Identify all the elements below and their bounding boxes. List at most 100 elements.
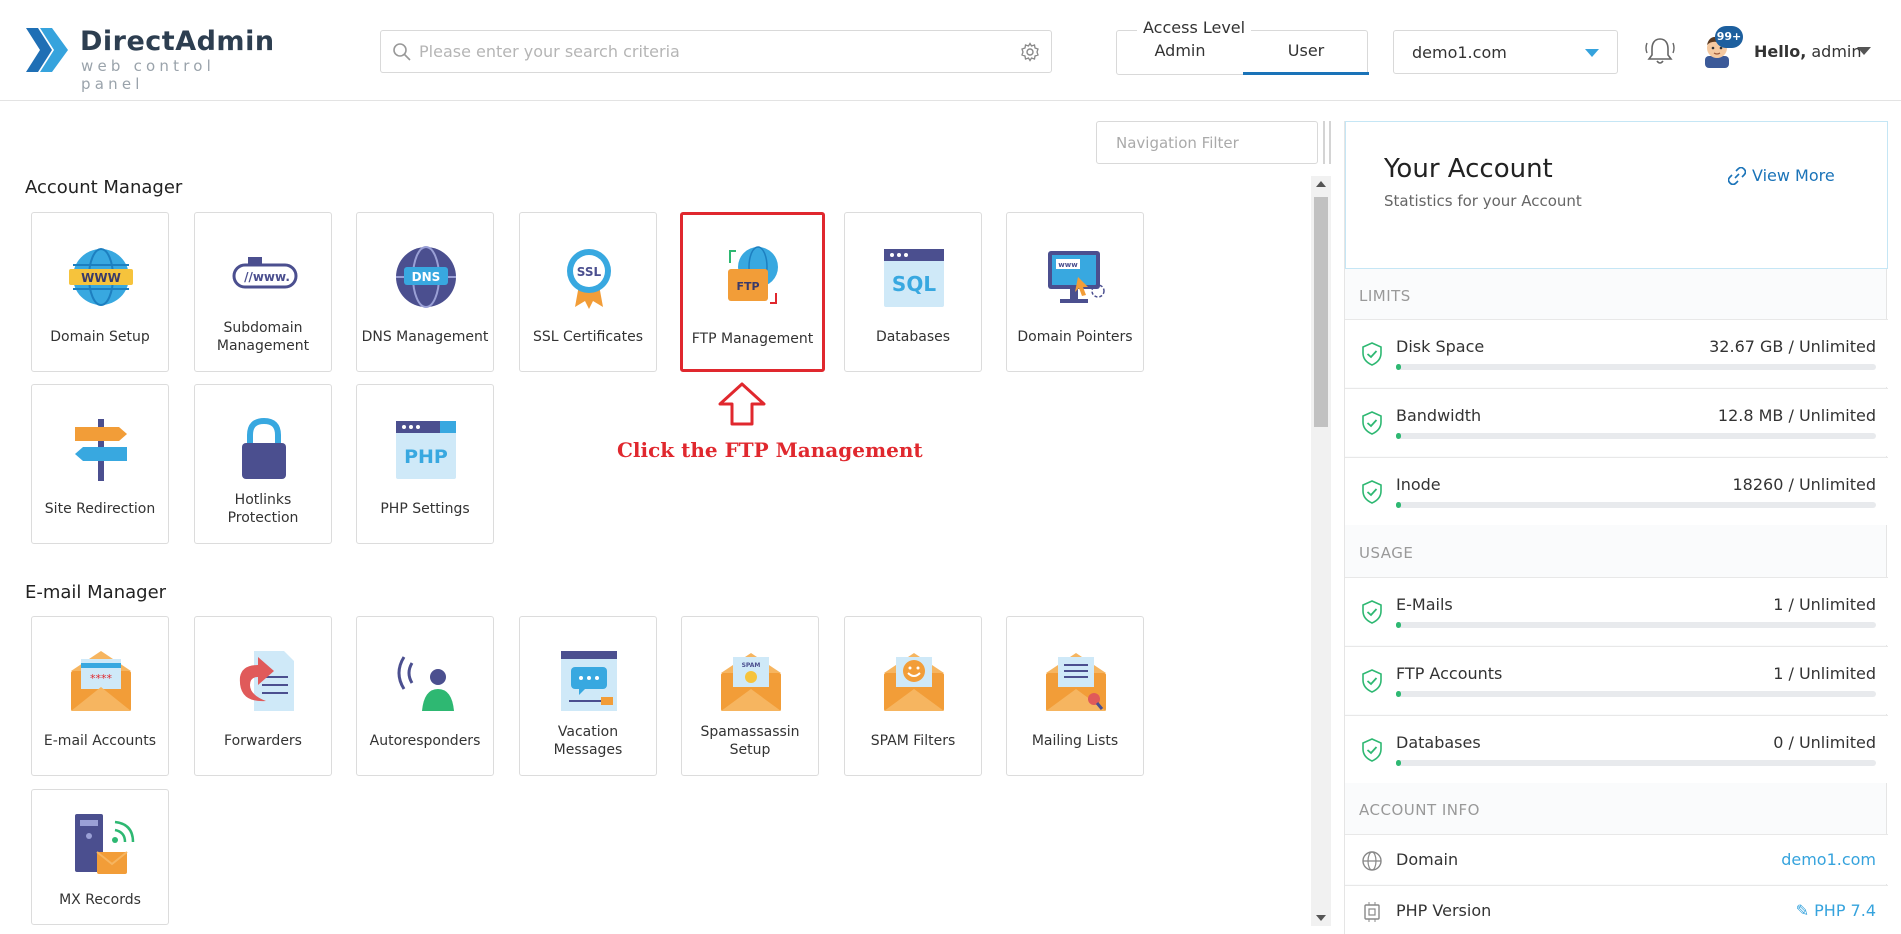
tile-spamassassin-setup[interactable]: SPAM Spamassassin Setup xyxy=(681,616,819,776)
sql-database-icon: SQL xyxy=(884,249,944,307)
tile-label: Domain Setup xyxy=(50,329,150,345)
search-settings-gear-icon[interactable] xyxy=(1020,42,1040,62)
logo-name: DirectAdmin xyxy=(80,26,275,57)
user-menu-chevron-icon[interactable] xyxy=(1857,47,1871,55)
mailing-list-envelope-icon xyxy=(1046,653,1106,711)
panel-title: Your Account xyxy=(1384,154,1553,184)
directadmin-logo[interactable]: DirectAdmin web control panel xyxy=(24,24,274,93)
logo-icon xyxy=(26,28,68,72)
limit-value: 32.67 GB / Unlimited xyxy=(1709,337,1876,356)
search-box xyxy=(380,30,1052,73)
scroll-down-arrow-icon[interactable] xyxy=(1316,915,1326,921)
php-version-link[interactable]: ✎ PHP 7.4 xyxy=(1796,901,1876,920)
tile-databases[interactable]: SQL Databases xyxy=(844,212,982,372)
mx-server-icon xyxy=(75,814,135,874)
autoresponder-person-icon xyxy=(397,656,454,711)
link-icon xyxy=(1728,166,1746,185)
usage-row: Databases 0 / Unlimited xyxy=(1345,715,1888,783)
account-statistics-panel: Your Account Statistics for your Account… xyxy=(1344,121,1888,934)
envelope-password-icon: **** xyxy=(71,651,131,711)
tile-spam-filters[interactable]: SPAM Filters xyxy=(844,616,982,776)
ssl-badge-icon: SSL xyxy=(567,249,611,309)
logo-subtitle: web control panel xyxy=(81,57,215,93)
vacation-message-icon xyxy=(561,651,617,711)
limit-value: 18260 / Unlimited xyxy=(1732,475,1876,494)
tile-ssl-certificates[interactable]: SSL SSL Certificates xyxy=(519,212,657,372)
limit-value: 12.8 MB / Unlimited xyxy=(1717,406,1876,425)
dns-icon: DNS xyxy=(396,246,456,308)
limit-name: Disk Space xyxy=(1396,337,1485,356)
svg-text:SPAM: SPAM xyxy=(742,662,761,669)
tile-email-accounts[interactable]: **** E-mail Accounts xyxy=(31,616,169,776)
main-scrollbar[interactable] xyxy=(1311,176,1331,926)
view-more-link[interactable]: View More xyxy=(1728,166,1835,185)
tile-dns-management[interactable]: DNS DNS Management xyxy=(356,212,494,372)
chip-icon xyxy=(1364,902,1380,922)
limit-progress-bar xyxy=(1396,433,1876,439)
navigation-filter-input[interactable] xyxy=(1097,122,1317,163)
info-name: Domain xyxy=(1396,850,1459,869)
user-greeting[interactable]: Hello, admin xyxy=(1754,42,1862,61)
search-input[interactable] xyxy=(419,31,999,72)
account-manager-title: Account Manager xyxy=(25,177,183,198)
tile-label: Hotlinks Protection xyxy=(227,492,299,526)
search-icon xyxy=(393,43,411,61)
shield-check-icon xyxy=(1362,669,1382,693)
tile-hotlinks-protection[interactable]: Hotlinks Protection xyxy=(194,384,332,544)
php-version-value: PHP 7.4 xyxy=(1814,901,1876,920)
access-tab-user[interactable]: User xyxy=(1243,41,1369,60)
svg-text:www: www xyxy=(1058,261,1078,269)
up-arrow-annotation-icon xyxy=(718,382,766,426)
tile-forwarders[interactable]: Forwarders xyxy=(194,616,332,776)
tile-label: SSL Certificates xyxy=(532,329,644,345)
email-manager-title: E-mail Manager xyxy=(25,582,167,603)
domain-link[interactable]: demo1.com xyxy=(1781,850,1876,869)
tile-ftp-management[interactable]: FTP FTP Management xyxy=(680,212,825,372)
tile-domain-setup[interactable]: WWW Domain Setup xyxy=(31,212,169,372)
tile-site-redirection[interactable]: Site Redirection xyxy=(31,384,169,544)
tile-mx-records[interactable]: MX Records xyxy=(31,789,169,925)
smiley-envelope-icon xyxy=(884,653,944,711)
access-level-label: Access Level xyxy=(1137,18,1252,37)
shield-check-icon xyxy=(1362,342,1382,366)
notification-bell-icon[interactable] xyxy=(1643,35,1677,67)
tile-label: Databases xyxy=(875,329,951,345)
your-account-card: Your Account Statistics for your Account… xyxy=(1345,121,1888,269)
tile-domain-pointers[interactable]: www Domain Pointers xyxy=(1006,212,1144,372)
usage-title: USAGE xyxy=(1359,544,1414,562)
globe-outline-icon xyxy=(1362,851,1382,871)
limit-row: Inode 18260 / Unlimited xyxy=(1345,457,1888,525)
svg-text:WWW: WWW xyxy=(81,271,121,285)
forward-document-icon xyxy=(239,651,294,711)
limits-title: LIMITS xyxy=(1359,287,1411,305)
tile-subdomain-management[interactable]: //www. Subdomain Management xyxy=(194,212,332,372)
panel-resize-handle[interactable] xyxy=(1323,121,1331,164)
php-window-icon: PHP xyxy=(396,421,456,479)
svg-text:SQL: SQL xyxy=(892,272,936,296)
tile-label: Site Redirection xyxy=(44,501,156,517)
usage-name: Databases xyxy=(1396,733,1481,752)
tile-php-settings[interactable]: PHP PHP Settings xyxy=(356,384,494,544)
svg-text://www.: //www. xyxy=(244,270,290,284)
usage-name: E-Mails xyxy=(1396,595,1453,614)
progress-fill xyxy=(1396,691,1401,697)
svg-text:****: **** xyxy=(90,672,113,685)
progress-fill xyxy=(1396,364,1401,370)
scroll-up-arrow-icon[interactable] xyxy=(1316,181,1326,187)
domain-select[interactable]: demo1.com xyxy=(1393,30,1618,74)
tile-label: Autoresponders xyxy=(369,733,481,749)
progress-fill xyxy=(1396,433,1401,439)
top-header: DirectAdmin web control panel Access Lev… xyxy=(0,0,1901,101)
tile-mailing-lists[interactable]: Mailing Lists xyxy=(1006,616,1144,776)
scrollbar-thumb[interactable] xyxy=(1314,197,1328,427)
active-tab-indicator xyxy=(1243,72,1369,75)
access-tab-admin[interactable]: Admin xyxy=(1117,41,1243,60)
tile-label: MX Records xyxy=(59,892,141,908)
tile-autoresponders[interactable]: Autoresponders xyxy=(356,616,494,776)
domain-pointer-icon: www xyxy=(1048,251,1105,303)
greeting-username: admin xyxy=(1811,42,1862,61)
tile-label: Spamassassin Setup xyxy=(700,724,800,758)
greeting-prefix: Hello, xyxy=(1754,42,1807,61)
tile-vacation-messages[interactable]: Vacation Messages xyxy=(519,616,657,776)
tile-label: SPAM Filters xyxy=(870,733,956,749)
